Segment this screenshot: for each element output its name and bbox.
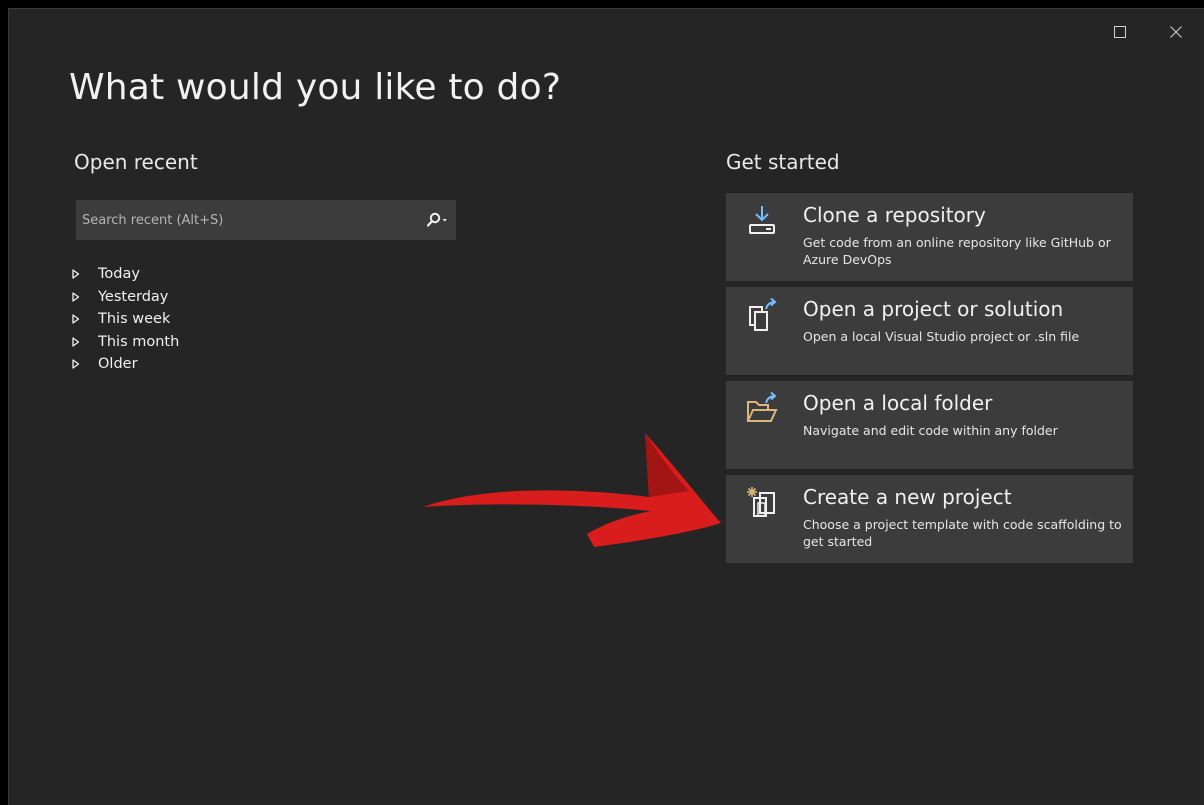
tree-item-label: Yesterday [98,288,169,305]
card-title: Clone a repository [803,203,986,227]
tree-item-label: This week [98,311,171,328]
tree-item-label: This month [98,333,180,350]
expand-arrow-icon[interactable] [71,269,98,279]
tree-item-label: Today [98,266,140,283]
card-title: Create a new project [803,485,1012,509]
tree-item-this-month[interactable]: This month [71,331,179,354]
maximize-icon [1114,26,1126,38]
clone-download-icon [749,206,775,234]
tree-item-this-week[interactable]: This week [71,308,179,331]
clone-repository-card[interactable]: Clone a repository Get code from an onli… [726,193,1133,281]
tree-item-today[interactable]: Today [71,263,179,286]
open-folder-card[interactable]: Open a local folder Navigate and edit co… [726,381,1133,469]
card-description: Get code from an online repository like … [803,235,1111,267]
tree-item-yesterday[interactable]: Yesterday [71,286,179,309]
get-started-title: Get started [726,150,840,174]
search-icon [426,212,447,227]
get-started-cards: Clone a repository Get code from an onli… [726,193,1133,569]
expand-arrow-icon[interactable] [71,359,98,369]
open-project-card[interactable]: Open a project or solution Open a local … [726,287,1133,375]
tree-item-older[interactable]: Older [71,353,179,376]
create-new-project-card[interactable]: Create a new project Choose a project te… [726,475,1133,563]
expand-arrow-icon[interactable] [71,337,98,347]
card-title: Open a local folder [803,391,993,415]
start-window: What would you like to do? Open recent T… [8,8,1204,805]
new-project-icon [747,487,775,517]
chevron-down-icon [442,219,447,222]
open-recent-title: Open recent [74,150,198,174]
tree-item-label: Older [98,356,138,373]
window-controls [1092,9,1204,55]
recent-groups-tree: Today Yesterday This week This month Old… [71,263,179,376]
card-description: Choose a project template with code scaf… [803,517,1122,549]
open-project-icon [749,297,777,331]
card-description: Navigate and edit code within any folder [803,423,1058,438]
close-icon [1170,26,1182,38]
open-folder-icon [746,391,778,422]
close-button[interactable] [1148,9,1204,55]
search-recent-box [76,200,456,240]
search-recent-input[interactable] [76,200,420,240]
expand-arrow-icon[interactable] [71,314,98,324]
page-title: What would you like to do? [69,67,562,108]
search-options-button[interactable] [420,200,456,240]
card-title: Open a project or solution [803,297,1064,321]
expand-arrow-icon[interactable] [71,292,98,302]
maximize-button[interactable] [1092,9,1148,55]
card-description: Open a local Visual Studio project or .s… [803,329,1080,344]
